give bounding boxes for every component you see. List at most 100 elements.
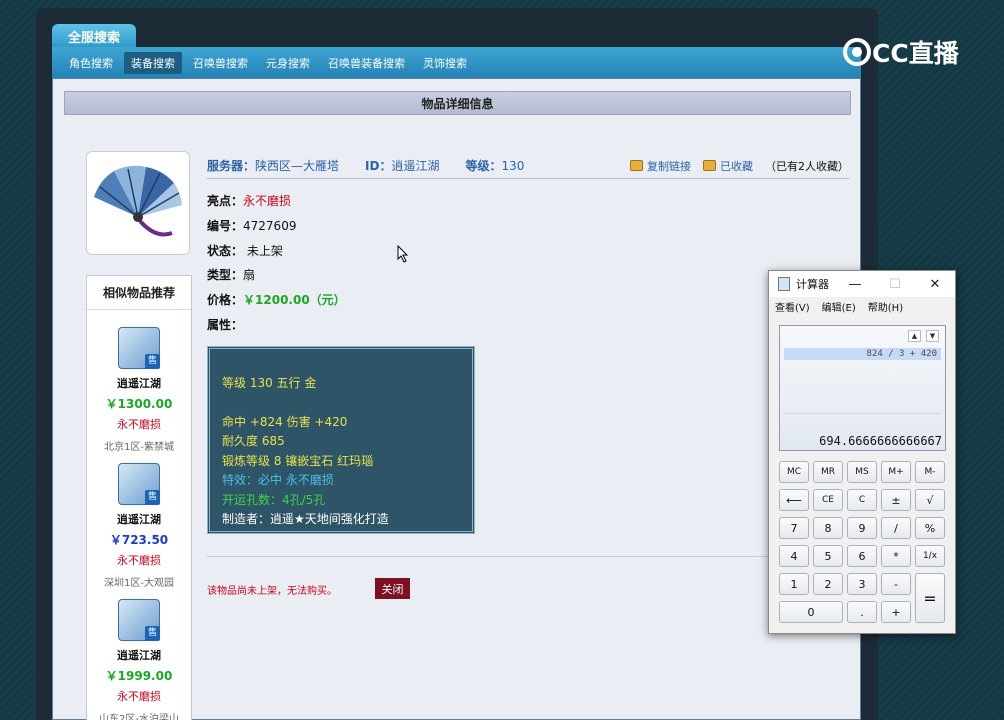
section-title: 物品详细信息 bbox=[64, 91, 851, 115]
key-add[interactable]: + bbox=[881, 601, 911, 623]
key-0[interactable]: 0 bbox=[779, 601, 843, 623]
favorite-button[interactable]: 已收藏 bbox=[720, 158, 753, 174]
server-value: 陕西区—大雁塔 bbox=[255, 159, 340, 173]
key-9[interactable]: 9 bbox=[847, 517, 877, 539]
display-divider bbox=[784, 413, 941, 414]
sale-badge: 售 bbox=[145, 354, 160, 369]
menu-edit[interactable]: 编辑(E) bbox=[822, 299, 856, 314]
rec-item-tag: 永不磨损 bbox=[117, 554, 161, 567]
rec-item-price: ￥723.50 bbox=[109, 533, 169, 547]
cc-logo-icon bbox=[843, 38, 871, 66]
main-content: 物品详细信息 相似物品推荐 售 逍遥江湖 ￥1300.00 永不磨损 北京1区-… bbox=[52, 78, 861, 720]
key-reciprocal[interactable]: 1/x bbox=[915, 545, 945, 567]
level-value: 130 bbox=[501, 159, 525, 173]
rec-item-name[interactable]: 逍遥江湖 bbox=[87, 511, 191, 527]
history-down-button[interactable]: ▼ bbox=[926, 330, 939, 342]
calculator-expression: 824 / 3 + 420 bbox=[784, 348, 941, 360]
key-plusminus[interactable]: ± bbox=[881, 489, 911, 511]
divider bbox=[207, 556, 849, 557]
type-row: 类型：扇 bbox=[207, 266, 255, 283]
key-divide[interactable]: / bbox=[881, 517, 911, 539]
attr-line-level: 等级 130 五行 金 bbox=[222, 376, 317, 390]
status-row: 状态： 未上架 bbox=[207, 242, 283, 259]
attr-line-holes: 开运孔数：4孔/5孔 bbox=[222, 492, 326, 507]
key-4[interactable]: 4 bbox=[779, 545, 809, 567]
key-subtract[interactable]: - bbox=[881, 573, 911, 595]
attr-line-stats: 命中 +824 伤害 +420 bbox=[222, 414, 348, 429]
key-c[interactable]: C bbox=[847, 489, 877, 511]
highlight-label: 亮点： bbox=[207, 194, 244, 208]
nav-summon-search[interactable]: 召唤兽搜索 bbox=[186, 52, 255, 74]
favorite-icon bbox=[703, 160, 716, 171]
rec-item-server: 山东2区-水泊梁山 bbox=[99, 714, 179, 720]
fan-icon bbox=[94, 165, 182, 237]
number-row: 编号：4727609 bbox=[207, 217, 296, 234]
rec-item-name[interactable]: 逍遥江湖 bbox=[87, 375, 191, 391]
highlight-value: 永不磨损 bbox=[243, 194, 292, 208]
list-item[interactable]: 售 逍遥江湖 ￥1300.00 永不磨损 北京1区-紫禁城 bbox=[87, 310, 191, 453]
key-7[interactable]: 7 bbox=[779, 517, 809, 539]
menu-help[interactable]: 帮助(H) bbox=[868, 299, 903, 314]
key-mr[interactable]: MR bbox=[813, 461, 843, 483]
sale-badge: 售 bbox=[145, 626, 160, 641]
key-multiply[interactable]: * bbox=[881, 545, 911, 567]
nav-summon-equipment-search[interactable]: 召唤兽装备搜索 bbox=[321, 52, 412, 74]
nav-equipment-search[interactable]: 装备搜索 bbox=[124, 51, 182, 74]
key-percent[interactable]: % bbox=[915, 517, 945, 539]
key-sqrt[interactable]: √ bbox=[915, 489, 945, 511]
tab-server-search[interactable]: 全服搜索 bbox=[52, 24, 136, 48]
copy-link-icon bbox=[630, 160, 643, 171]
attr-line-durability: 耐久度 685 bbox=[222, 434, 285, 448]
price-value: ￥1200.00（元） bbox=[243, 293, 346, 307]
attr-row: 属性： bbox=[207, 316, 243, 333]
rec-item-tag: 永不磨损 bbox=[117, 418, 161, 431]
copy-link-button[interactable]: 复制链接 bbox=[647, 158, 691, 174]
key-1[interactable]: 1 bbox=[779, 573, 809, 595]
key-equals[interactable]: = bbox=[915, 573, 945, 623]
number-label: 编号： bbox=[207, 219, 244, 233]
number-value: 4727609 bbox=[243, 219, 297, 233]
id-label: ID： bbox=[365, 159, 392, 173]
history-up-button[interactable]: ▲ bbox=[908, 330, 921, 342]
calculator-menu: 查看(V) 编辑(E) 帮助(H) bbox=[769, 297, 955, 315]
calculator-title: 计算器 bbox=[796, 278, 829, 291]
key-6[interactable]: 6 bbox=[847, 545, 877, 567]
key-3[interactable]: 3 bbox=[847, 573, 877, 595]
purchase-notice: 该物品尚未上架，无法购买。 bbox=[207, 586, 337, 597]
attr-line-effect: 特效：必中 永不磨损 bbox=[222, 473, 334, 487]
minimize-button[interactable]: — bbox=[835, 277, 875, 292]
list-item[interactable]: 售 逍遥江湖 ￥723.50 永不磨损 深圳1区-大观园 bbox=[87, 446, 191, 589]
key-decimal[interactable]: . bbox=[847, 601, 877, 623]
item-info-header: 服务器：陕西区—大雁塔 ID：逍遥江湖 等级：130 复制链接 已收藏 （已有2… bbox=[207, 153, 849, 179]
key-ms[interactable]: MS bbox=[847, 461, 877, 483]
id-value: 逍遥江湖 bbox=[391, 159, 440, 173]
key-backspace[interactable]: ⟵ bbox=[779, 489, 809, 511]
level-label: 等级： bbox=[465, 159, 502, 173]
type-value: 扇 bbox=[243, 268, 256, 282]
fan-icon: 售 bbox=[118, 463, 160, 505]
close-button[interactable]: 关闭 bbox=[375, 578, 410, 599]
nav-ornament-search[interactable]: 灵饰搜索 bbox=[416, 52, 474, 74]
fan-icon: 售 bbox=[118, 599, 160, 641]
key-2[interactable]: 2 bbox=[813, 573, 843, 595]
maximize-button[interactable]: ☐ bbox=[875, 277, 915, 292]
server-label: 服务器： bbox=[207, 159, 256, 173]
rec-item-name[interactable]: 逍遥江湖 bbox=[87, 647, 191, 663]
similar-items-sidebar: 相似物品推荐 售 逍遥江湖 ￥1300.00 永不磨损 北京1区-紫禁城 售 逍… bbox=[86, 275, 192, 720]
key-8[interactable]: 8 bbox=[813, 517, 843, 539]
key-mminus[interactable]: M- bbox=[915, 461, 945, 483]
menu-view[interactable]: 查看(V) bbox=[775, 299, 810, 314]
key-ce[interactable]: CE bbox=[813, 489, 843, 511]
favorite-count: （已有2人收藏） bbox=[765, 159, 849, 173]
rec-item-price: ￥1999.00 bbox=[105, 669, 173, 683]
nav-role-search[interactable]: 角色搜索 bbox=[62, 52, 120, 74]
key-mc[interactable]: MC bbox=[779, 461, 809, 483]
key-5[interactable]: 5 bbox=[813, 545, 843, 567]
close-window-button[interactable]: ✕ bbox=[915, 277, 955, 292]
calculator-titlebar[interactable]: 计算器 — ☐ ✕ bbox=[769, 271, 955, 297]
nav-avatar-search[interactable]: 元身搜索 bbox=[259, 52, 317, 74]
calculator-window: 计算器 — ☐ ✕ 查看(V) 编辑(E) 帮助(H) ▲ ▼ 824 / 3 … bbox=[768, 270, 956, 634]
calculator-icon bbox=[778, 277, 790, 291]
list-item[interactable]: 售 逍遥江湖 ￥1999.00 永不磨损 山东2区-水泊梁山 bbox=[87, 582, 191, 720]
key-mplus[interactable]: M+ bbox=[881, 461, 911, 483]
